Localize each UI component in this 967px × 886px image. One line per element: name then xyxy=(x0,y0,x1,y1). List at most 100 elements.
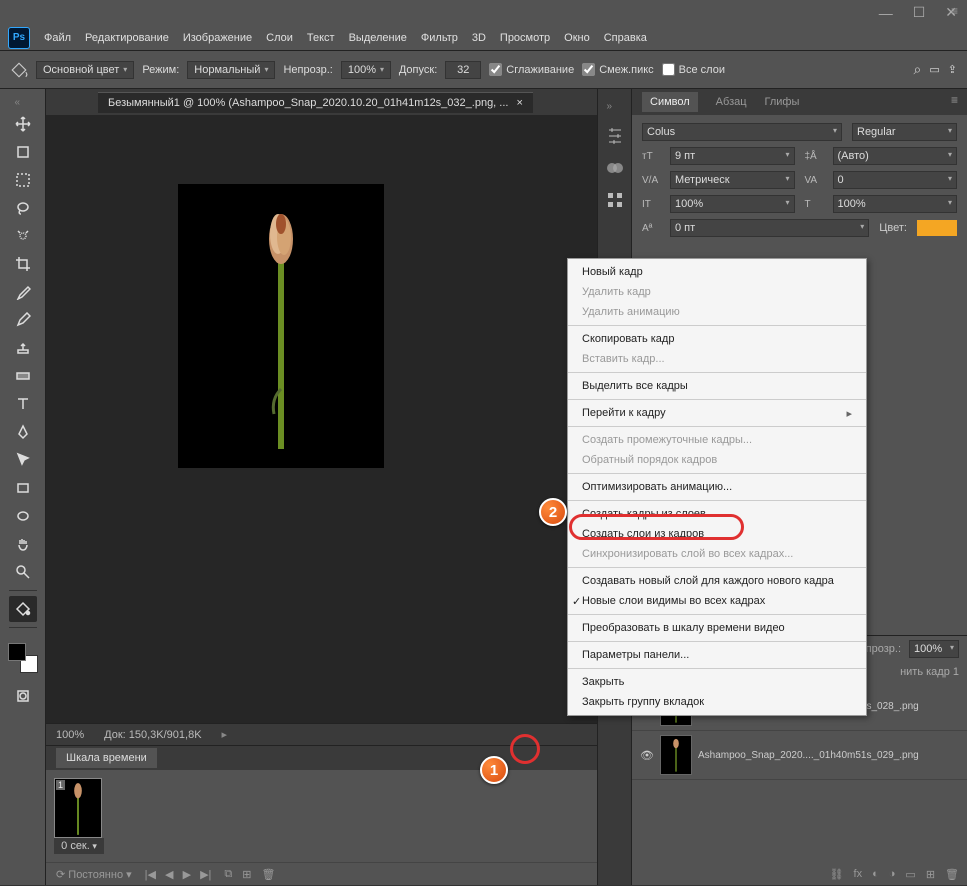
font-family-field[interactable]: Colus xyxy=(642,123,842,141)
layer-opacity-field[interactable]: 100% xyxy=(909,640,959,658)
close-tab-icon[interactable]: × xyxy=(516,97,522,109)
menu-text[interactable]: Текст xyxy=(307,32,335,44)
tween-icon[interactable]: ⧉ xyxy=(224,868,232,881)
zoom-level[interactable]: 100% xyxy=(56,729,84,741)
gradient-tool[interactable] xyxy=(9,363,37,389)
tab-paragraph[interactable]: Абзац xyxy=(716,96,747,108)
prev-frame-icon[interactable]: ◀ xyxy=(165,869,173,881)
context-menu-item[interactable]: Новый кадр xyxy=(568,262,866,282)
layer-row[interactable]: 👁 Ashampoo_Snap_2020...._01h40m51s_029_.… xyxy=(632,731,967,780)
brush-tool[interactable] xyxy=(9,307,37,333)
share-icon[interactable]: ⇪ xyxy=(948,63,957,76)
adjustments-icon[interactable] xyxy=(606,127,624,145)
new-frame-icon[interactable]: ⊞ xyxy=(242,868,251,881)
mask-icon[interactable]: ◐ xyxy=(872,868,879,881)
font-size-field[interactable]: 9 пт xyxy=(670,147,795,165)
frame-duration[interactable]: 0 сек. ▾ xyxy=(54,838,104,854)
link-icon[interactable]: ⛓ xyxy=(830,868,844,881)
minimize-icon[interactable]: — xyxy=(879,5,893,21)
zoom-tool[interactable] xyxy=(9,559,37,585)
baseline-field[interactable]: 0 пт xyxy=(670,219,869,237)
layout-icon[interactable]: ▭ xyxy=(929,63,939,76)
fx-icon[interactable]: fx xyxy=(854,868,863,881)
context-menu-item[interactable]: Закрыть xyxy=(568,672,866,692)
context-menu-item[interactable]: Преобразовать в шкалу времени видео xyxy=(568,618,866,638)
marquee-tool[interactable] xyxy=(9,167,37,193)
adjustment-icon[interactable]: ◑ xyxy=(889,868,896,881)
all-layers-checkbox[interactable]: Все слои xyxy=(662,63,725,76)
context-menu-item[interactable]: Перейти к кадру xyxy=(568,403,866,423)
new-layer-icon[interactable]: ⊞ xyxy=(926,868,935,881)
artboard-tool[interactable] xyxy=(9,139,37,165)
context-menu-item[interactable]: Скопировать кадр xyxy=(568,329,866,349)
play-icon[interactable]: ▶ xyxy=(183,869,191,881)
path-select-tool[interactable] xyxy=(9,447,37,473)
context-menu-item[interactable]: Новые слои видимы во всех кадрах xyxy=(568,591,866,611)
canvas[interactable] xyxy=(46,115,597,723)
move-tool[interactable] xyxy=(9,111,37,137)
collapse-icon[interactable]: « xyxy=(15,97,31,109)
context-menu-item[interactable]: Закрыть группу вкладок xyxy=(568,692,866,712)
crop-tool[interactable] xyxy=(9,251,37,277)
tolerance-field[interactable]: 32 xyxy=(445,61,481,79)
blend-mode-dropdown[interactable]: Нормальный xyxy=(187,61,275,79)
menu-window[interactable]: Окно xyxy=(564,32,590,44)
tab-glyphs[interactable]: Глифы xyxy=(765,96,800,108)
swatches-icon[interactable] xyxy=(606,159,624,177)
fill-source-dropdown[interactable]: Основной цвет xyxy=(36,61,134,79)
hscale-field[interactable]: 100% xyxy=(833,195,958,213)
antialias-checkbox[interactable]: Сглаживание xyxy=(489,63,574,76)
menu-file[interactable]: Файл xyxy=(44,32,71,44)
char-panel-menu-icon[interactable]: ≡ xyxy=(951,93,959,107)
font-style-field[interactable]: Regular xyxy=(852,123,957,141)
menu-help[interactable]: Справка xyxy=(604,32,647,44)
tab-character[interactable]: Символ xyxy=(642,92,698,112)
next-frame-icon[interactable]: ▶| xyxy=(200,869,211,881)
frame-thumbnail[interactable]: 1 0 сек. ▾ xyxy=(54,778,104,854)
rectangle-tool[interactable] xyxy=(9,475,37,501)
maximize-icon[interactable]: ☐ xyxy=(913,4,926,21)
menu-view[interactable]: Просмотр xyxy=(500,32,550,44)
menu-select[interactable]: Выделение xyxy=(349,32,407,44)
menu-edit[interactable]: Редактирование xyxy=(85,32,169,44)
context-menu-item[interactable]: Создавать новый слой для каждого нового … xyxy=(568,571,866,591)
paint-bucket-tool-icon[interactable] xyxy=(10,61,28,79)
context-menu-item[interactable]: Параметры панели... xyxy=(568,645,866,665)
pen-tool[interactable] xyxy=(9,419,37,445)
quick-select-tool[interactable] xyxy=(9,223,37,249)
search-icon[interactable]: ⌕ xyxy=(914,61,922,78)
document-tab[interactable]: Безымянный1 @ 100% (Ashampoo_Snap_2020.1… xyxy=(98,92,533,113)
text-color-chip[interactable] xyxy=(917,220,957,236)
color-swatches[interactable] xyxy=(8,643,38,673)
clone-stamp-tool[interactable] xyxy=(9,335,37,361)
collapse-panels-icon[interactable]: » xyxy=(607,101,623,113)
menu-filter[interactable]: Фильтр xyxy=(421,32,458,44)
timeline-menu-icon[interactable]: ≡ xyxy=(951,4,959,18)
ellipse-tool[interactable] xyxy=(9,503,37,529)
menu-image[interactable]: Изображение xyxy=(183,32,252,44)
first-frame-icon[interactable]: |◀ xyxy=(145,869,156,881)
group-icon[interactable]: ▭ xyxy=(905,868,915,881)
delete-layer-icon[interactable]: 🗑 xyxy=(945,868,959,881)
kerning-field[interactable]: Метрическ xyxy=(670,171,795,189)
quick-mask-icon[interactable] xyxy=(9,683,37,709)
timeline-tab[interactable]: Шкала времени xyxy=(56,748,157,768)
grid-icon[interactable] xyxy=(606,191,624,209)
menu-layers[interactable]: Слои xyxy=(266,32,293,44)
hand-tool[interactable] xyxy=(9,531,37,557)
contiguous-checkbox[interactable]: Смеж.пикс xyxy=(582,63,653,76)
leading-field[interactable]: (Авто) xyxy=(833,147,958,165)
loop-dropdown[interactable]: ⟳ Постоянно ▾ xyxy=(56,868,132,881)
delete-frame-icon[interactable]: 🗑 xyxy=(262,868,276,881)
type-tool[interactable] xyxy=(9,391,37,417)
vscale-field[interactable]: 100% xyxy=(670,195,795,213)
opacity-field[interactable]: 100% xyxy=(341,61,391,79)
visibility-icon[interactable]: 👁 xyxy=(640,749,654,762)
lasso-tool[interactable] xyxy=(9,195,37,221)
context-menu-item[interactable]: Выделить все кадры xyxy=(568,376,866,396)
menu-3d[interactable]: 3D xyxy=(472,32,486,44)
tracking-field[interactable]: 0 xyxy=(833,171,958,189)
eyedropper-tool[interactable] xyxy=(9,279,37,305)
paint-bucket-tool[interactable] xyxy=(9,596,37,622)
context-menu-item[interactable]: Оптимизировать анимацию... xyxy=(568,477,866,497)
